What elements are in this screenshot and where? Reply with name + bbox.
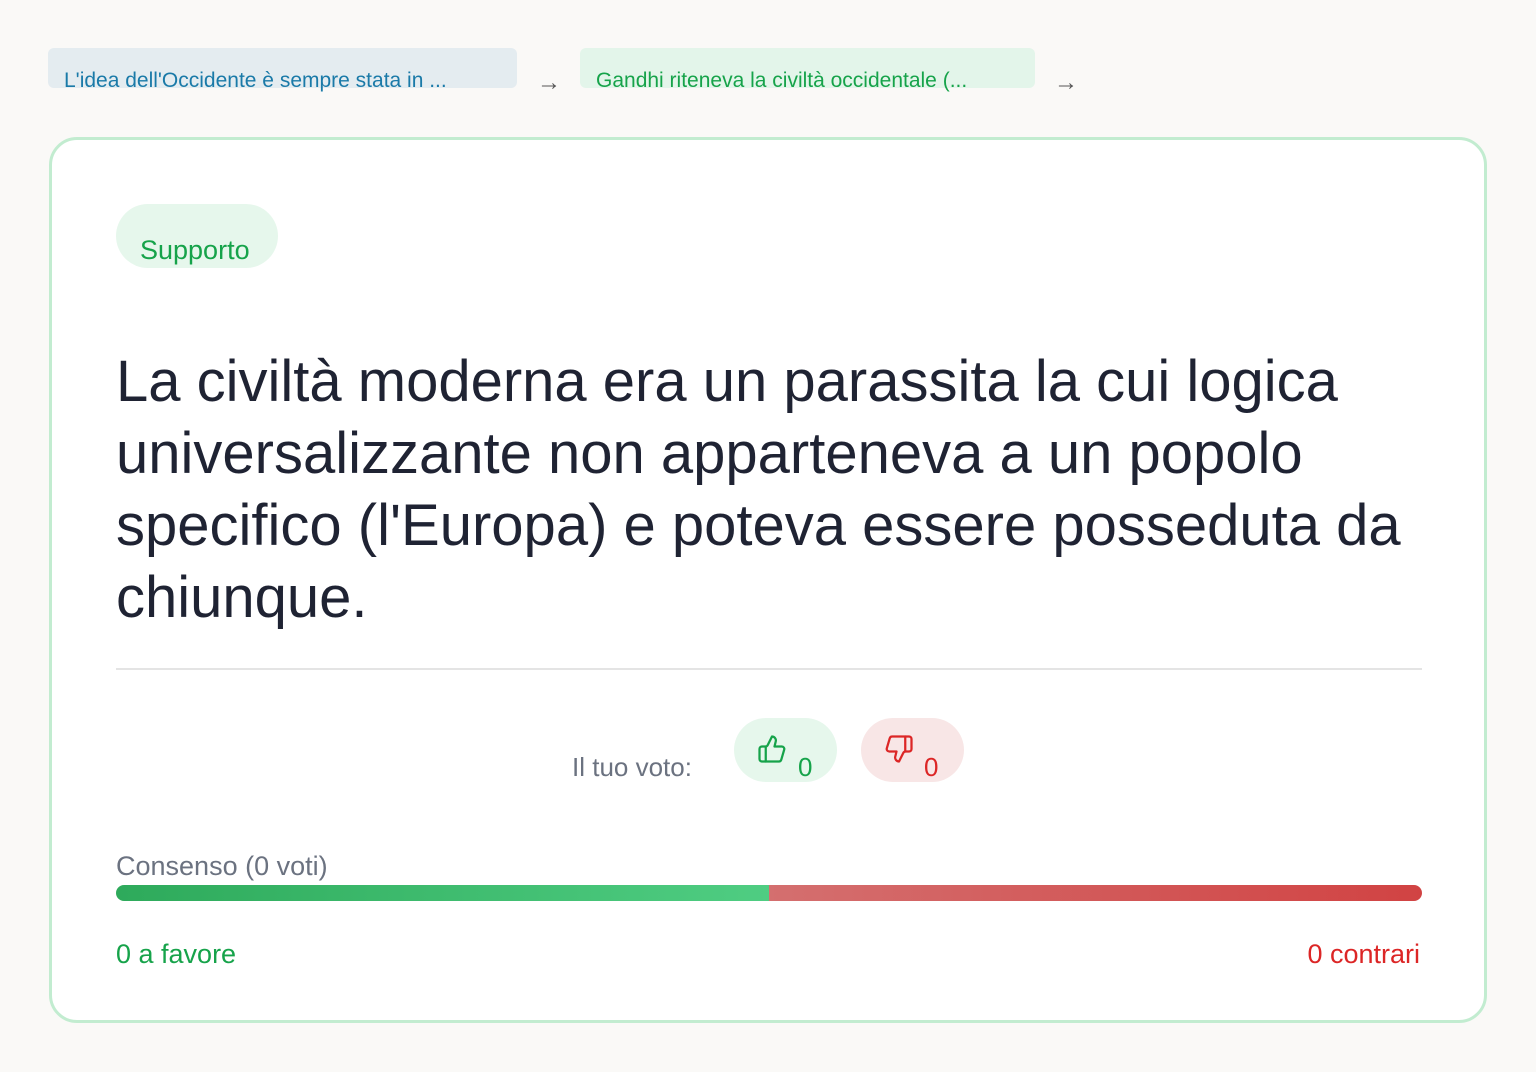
upvote-count: 0 [798,752,813,782]
consensus-bar [116,885,1422,901]
upvote-button[interactable]: 0 [734,718,837,782]
breadcrumb-item-current[interactable]: Gandhi riteneva la civiltà occidentale (… [580,48,1035,92]
consensus-bar-against [769,885,1422,901]
claim-text: La civiltà moderna era un parassita la c… [116,349,1401,630]
page: L'idea dell'Occidente è sempre stata in … [0,0,1536,1072]
downvote-button[interactable]: 0 [861,718,964,782]
thumbs-up-icon [758,735,786,763]
consensus-bar-for [116,885,769,901]
claim-card: Supporto La civiltà moderna era un paras… [49,137,1487,1023]
breadcrumb: L'idea dell'Occidente è sempre stata in … [48,48,1078,96]
stance-badge: Supporto [116,204,278,268]
breadcrumb-item-parent[interactable]: L'idea dell'Occidente è sempre stata in … [48,48,517,92]
breadcrumb-arrow-icon: → [537,69,561,96]
consensus-label: Consenso (0 voti) [116,851,328,881]
divider [116,668,1422,670]
downvote-count: 0 [924,752,939,782]
against-count: 0 contrari [1307,939,1420,969]
vote-label: Il tuo voto: [572,752,692,782]
breadcrumb-arrow-icon: → [1054,69,1078,96]
for-count: 0 a favore [116,939,237,969]
thumbs-down-icon [885,735,913,763]
